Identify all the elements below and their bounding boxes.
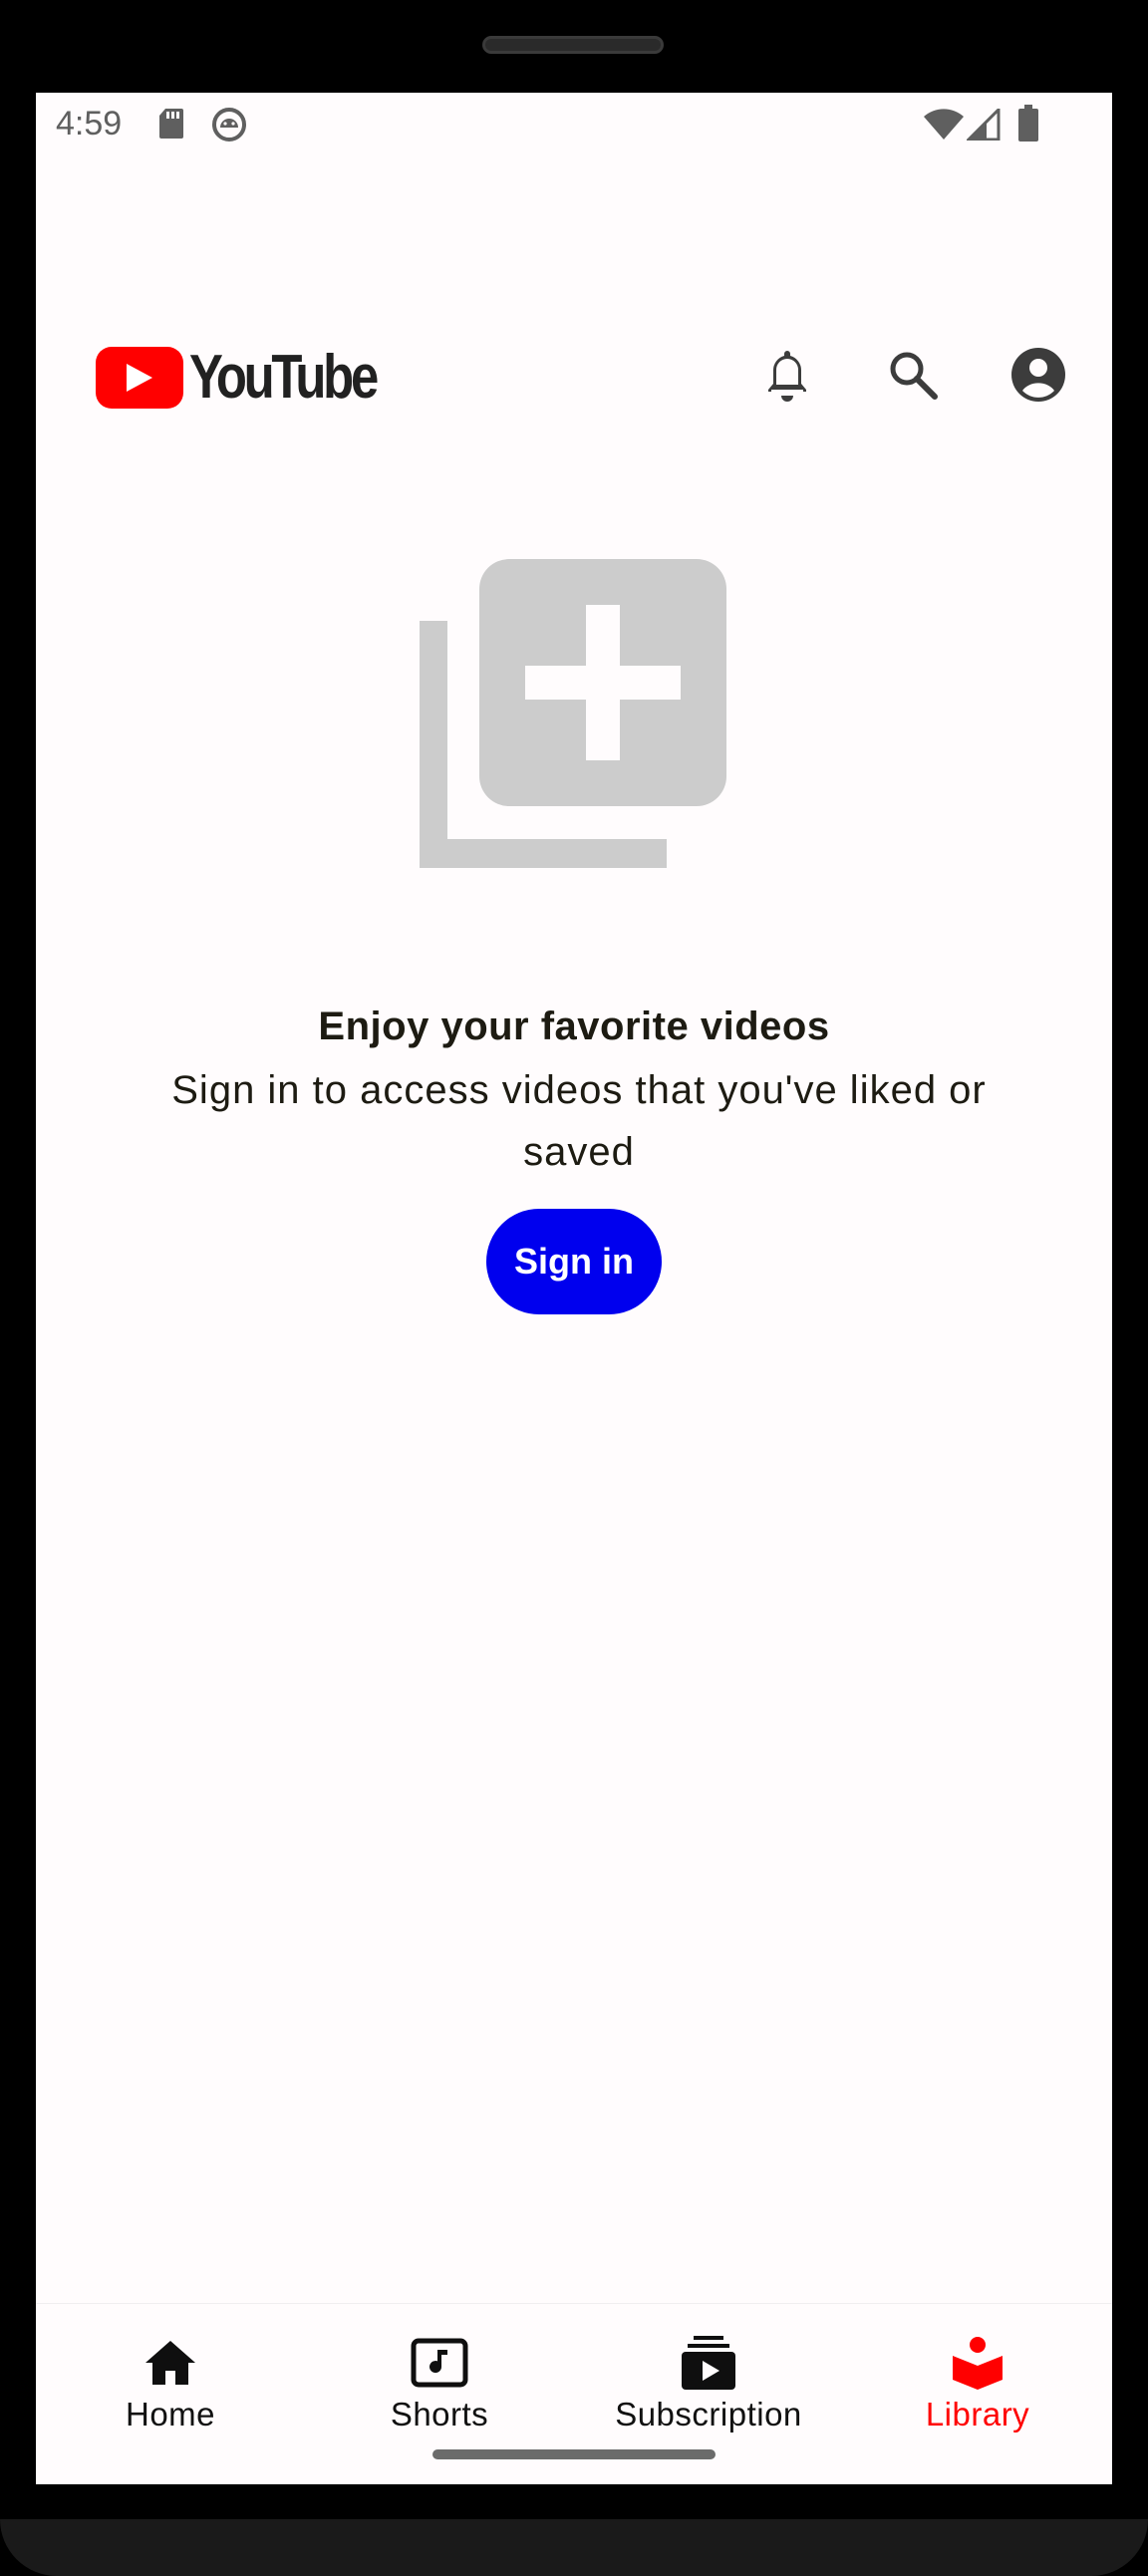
shorts-icon (411, 2338, 468, 2388)
notifications-button[interactable] (752, 340, 822, 410)
android-debug-icon (211, 107, 247, 147)
cell-signal-icon (965, 106, 1001, 145)
account-icon (1011, 348, 1065, 402)
screen: 4:59 YouTube Enjoy your favorite videos … (36, 93, 1112, 2484)
account-button[interactable] (1004, 340, 1073, 410)
search-button[interactable] (878, 340, 948, 410)
home-icon (145, 2341, 195, 2385)
nav-item-shorts[interactable]: Shorts (305, 2304, 574, 2453)
nav-label-shorts: Shorts (390, 2396, 489, 2433)
nav-label-home: Home (125, 2396, 216, 2433)
gesture-home-indicator[interactable] (432, 2449, 716, 2459)
nav-item-subscription[interactable]: Subscription (574, 2304, 843, 2453)
sign-in-button[interactable]: Sign in (486, 1209, 662, 1314)
sd-card-icon (157, 107, 185, 145)
bottom-navigation: Home Shorts Subscription Library (36, 2303, 1112, 2484)
library-icon (953, 2337, 1003, 2390)
nav-item-home[interactable]: Home (36, 2304, 305, 2453)
youtube-play-logo-icon (96, 346, 183, 409)
earpiece-speaker (482, 36, 664, 54)
status-time: 4:59 (56, 105, 123, 143)
subscriptions-icon (682, 2336, 735, 2390)
status-bar: 4:59 (36, 93, 1112, 158)
youtube-logo[interactable]: YouTube (96, 342, 417, 413)
bottom-bezel (0, 2519, 1148, 2576)
nav-item-library[interactable]: Library (843, 2304, 1112, 2453)
empty-state-subtitle: Sign in to access videos that you've lik… (171, 1068, 987, 1174)
app-header: YouTube (36, 322, 1112, 422)
search-icon (890, 352, 938, 400)
bell-icon (768, 351, 806, 402)
battery-icon (1017, 105, 1039, 147)
empty-state-title: Enjoy your favorite videos (318, 1004, 830, 1048)
wifi-icon (923, 109, 965, 145)
nav-label-library: Library (925, 2396, 1030, 2433)
nav-label-subscription: Subscription (615, 2396, 802, 2433)
add-to-library-icon (420, 559, 728, 869)
youtube-wordmark: YouTube (189, 343, 379, 412)
phone-frame: 4:59 YouTube Enjoy your favorite videos … (0, 0, 1148, 2576)
